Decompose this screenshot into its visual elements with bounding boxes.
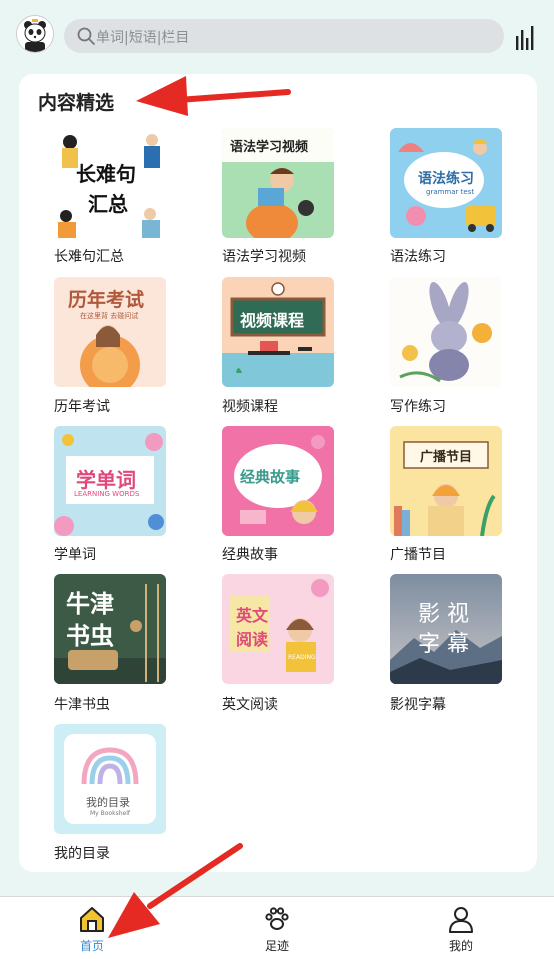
tile-writing-practice[interactable] [390, 277, 502, 387]
cover-title-2: 阅读 [236, 630, 269, 649]
search-bar[interactable]: 单词|短语|栏目 [64, 19, 504, 53]
cover-title: 影 视 [418, 602, 469, 627]
tile-label: 视频课程 [222, 399, 278, 415]
top-bar: 单词|短语|栏目 [0, 0, 554, 70]
content-card: 内容精选 长难句 汇总 长难句汇总 语法学习视频 语法学习视频 语法练习 gra… [19, 74, 537, 872]
nav-label: 首页 [79, 939, 104, 953]
cover-title: 广播节目 [420, 450, 473, 465]
tile-label: 经典故事 [222, 547, 278, 563]
nav-footprint[interactable]: 足迹 [217, 897, 337, 959]
cover-illustration [222, 277, 334, 387]
cover-title: 牛津 [66, 590, 114, 618]
section-title: 内容精选 [38, 92, 115, 114]
cover-illustration [390, 426, 502, 536]
tile-label: 影视字幕 [390, 697, 446, 713]
tile-grammar-practice[interactable]: 语法练习 grammar test [390, 128, 502, 238]
tile-film-subtitles[interactable]: 影 视 字 幕 [390, 574, 502, 684]
tile-english-reading[interactable]: 英文 阅读 READING [222, 574, 334, 684]
cover-title-2: 字 幕 [418, 632, 469, 657]
tile-label: 我的目录 [54, 846, 110, 862]
cover-subtitle: LEARNING WORDS [74, 490, 140, 498]
cover-title-2: 书虫 [66, 622, 114, 650]
tile-label: 写作练习 [390, 399, 446, 415]
home-icon [80, 907, 104, 932]
person-icon [449, 907, 473, 933]
panda-avatar-icon [17, 16, 53, 52]
tile-label: 牛津书虫 [54, 697, 110, 713]
tile-past-exams[interactable]: 历年考试 在这里背 去碰问试 [54, 277, 166, 387]
search-placeholder: 单词|短语|栏目 [96, 30, 190, 46]
cover-subtitle: READING [288, 654, 316, 661]
cover-title: 经典故事 [240, 468, 301, 486]
cover-illustration [54, 724, 166, 834]
nav-home[interactable]: 首页 [32, 897, 152, 959]
bar-chart-icon[interactable] [514, 24, 538, 50]
tile-label: 广播节目 [390, 547, 446, 563]
tile-label: 语法学习视频 [222, 249, 306, 265]
nav-label: 我的 [448, 939, 473, 953]
search-icon [77, 27, 95, 45]
cover-title: 学单词 [76, 468, 136, 492]
cover-title: 语法学习视频 [230, 140, 309, 155]
cover-title: 我的目录 [86, 796, 130, 809]
nav-label: 足迹 [264, 939, 289, 953]
tile-radio-programs[interactable]: 广播节目 [390, 426, 502, 536]
cover-title-2: 汇总 [88, 192, 128, 216]
tile-long-sentences[interactable]: 长难句 汇总 [54, 128, 166, 238]
tile-my-catalog[interactable]: 我的目录 My Bookshelf [54, 724, 166, 834]
cover-title: 历年考试 [68, 289, 145, 311]
tile-label: 语法练习 [390, 249, 446, 265]
cover-illustration [390, 277, 502, 387]
cover-title: 视频课程 [240, 311, 305, 330]
tile-video-course[interactable]: 视频课程 [222, 277, 334, 387]
tile-oxford-bookworms[interactable]: 牛津 书虫 [54, 574, 166, 684]
cover-title: 英文 [236, 606, 269, 625]
nav-mine[interactable]: 我的 [401, 897, 521, 959]
tile-learn-words[interactable]: 学单词 LEARNING WORDS [54, 426, 166, 536]
cover-title: 语法练习 [418, 171, 474, 187]
paw-icon [265, 907, 289, 930]
tile-label: 学单词 [54, 547, 96, 563]
cover-subtitle: 在这里背 去碰问试 [80, 312, 139, 320]
tile-grammar-video[interactable]: 语法学习视频 [222, 128, 334, 238]
tile-label: 长难句汇总 [54, 249, 124, 265]
avatar[interactable] [16, 15, 54, 53]
tile-label: 历年考试 [54, 399, 110, 415]
bottom-nav: 首页 足迹 我的 [0, 896, 554, 959]
cover-title: 长难句 [76, 162, 136, 186]
tile-classic-stories[interactable]: 经典故事 [222, 426, 334, 536]
cover-subtitle: grammar test [426, 188, 475, 196]
tile-label: 英文阅读 [222, 697, 278, 713]
cover-subtitle: My Bookshelf [90, 810, 130, 817]
